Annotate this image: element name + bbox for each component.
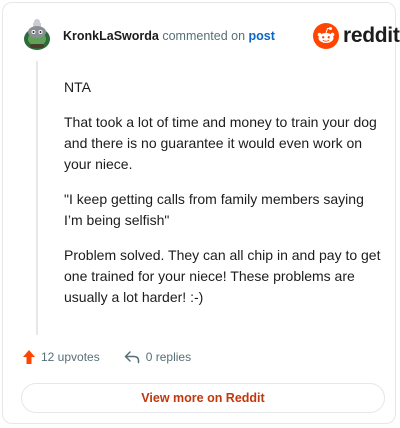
comment-paragraph: Problem solved. They can all chip in and…	[64, 247, 381, 305]
reddit-snoo-icon	[313, 23, 339, 49]
reply-arrow-icon	[124, 351, 139, 364]
comment-paragraph: NTA	[64, 79, 91, 95]
upvotes[interactable]: 12 upvotes	[22, 349, 100, 365]
view-more-label: View more on Reddit	[141, 391, 265, 405]
upvote-arrow-icon	[23, 350, 35, 364]
comment-paragraph: "I keep getting calls from family member…	[64, 191, 364, 228]
upvotes-count: 12 upvotes	[41, 350, 100, 364]
replies[interactable]: 0 replies	[124, 350, 191, 364]
avatar[interactable]	[21, 17, 51, 53]
post-link[interactable]: post	[249, 29, 275, 43]
reddit-wordmark: reddit	[343, 24, 400, 47]
action-text: commented on	[162, 29, 246, 43]
comment-paragraph: That took a lot of time and money to tra…	[64, 114, 377, 172]
thread-line	[36, 61, 38, 335]
author-name[interactable]: KronkLaSworda	[63, 29, 159, 43]
reddit-logo[interactable]: reddit	[313, 23, 400, 49]
replies-count: 0 replies	[145, 350, 192, 364]
comment-header: KronkLaSworda commented on post	[63, 28, 275, 44]
comment-footer: 12 upvotes 0 replies	[22, 349, 191, 365]
view-more-button[interactable]: View more on Reddit	[21, 383, 385, 413]
comment-card: KronkLaSworda commented on post reddit N…	[2, 2, 400, 424]
comment-body: NTA That took a lot of time and money to…	[64, 77, 382, 322]
